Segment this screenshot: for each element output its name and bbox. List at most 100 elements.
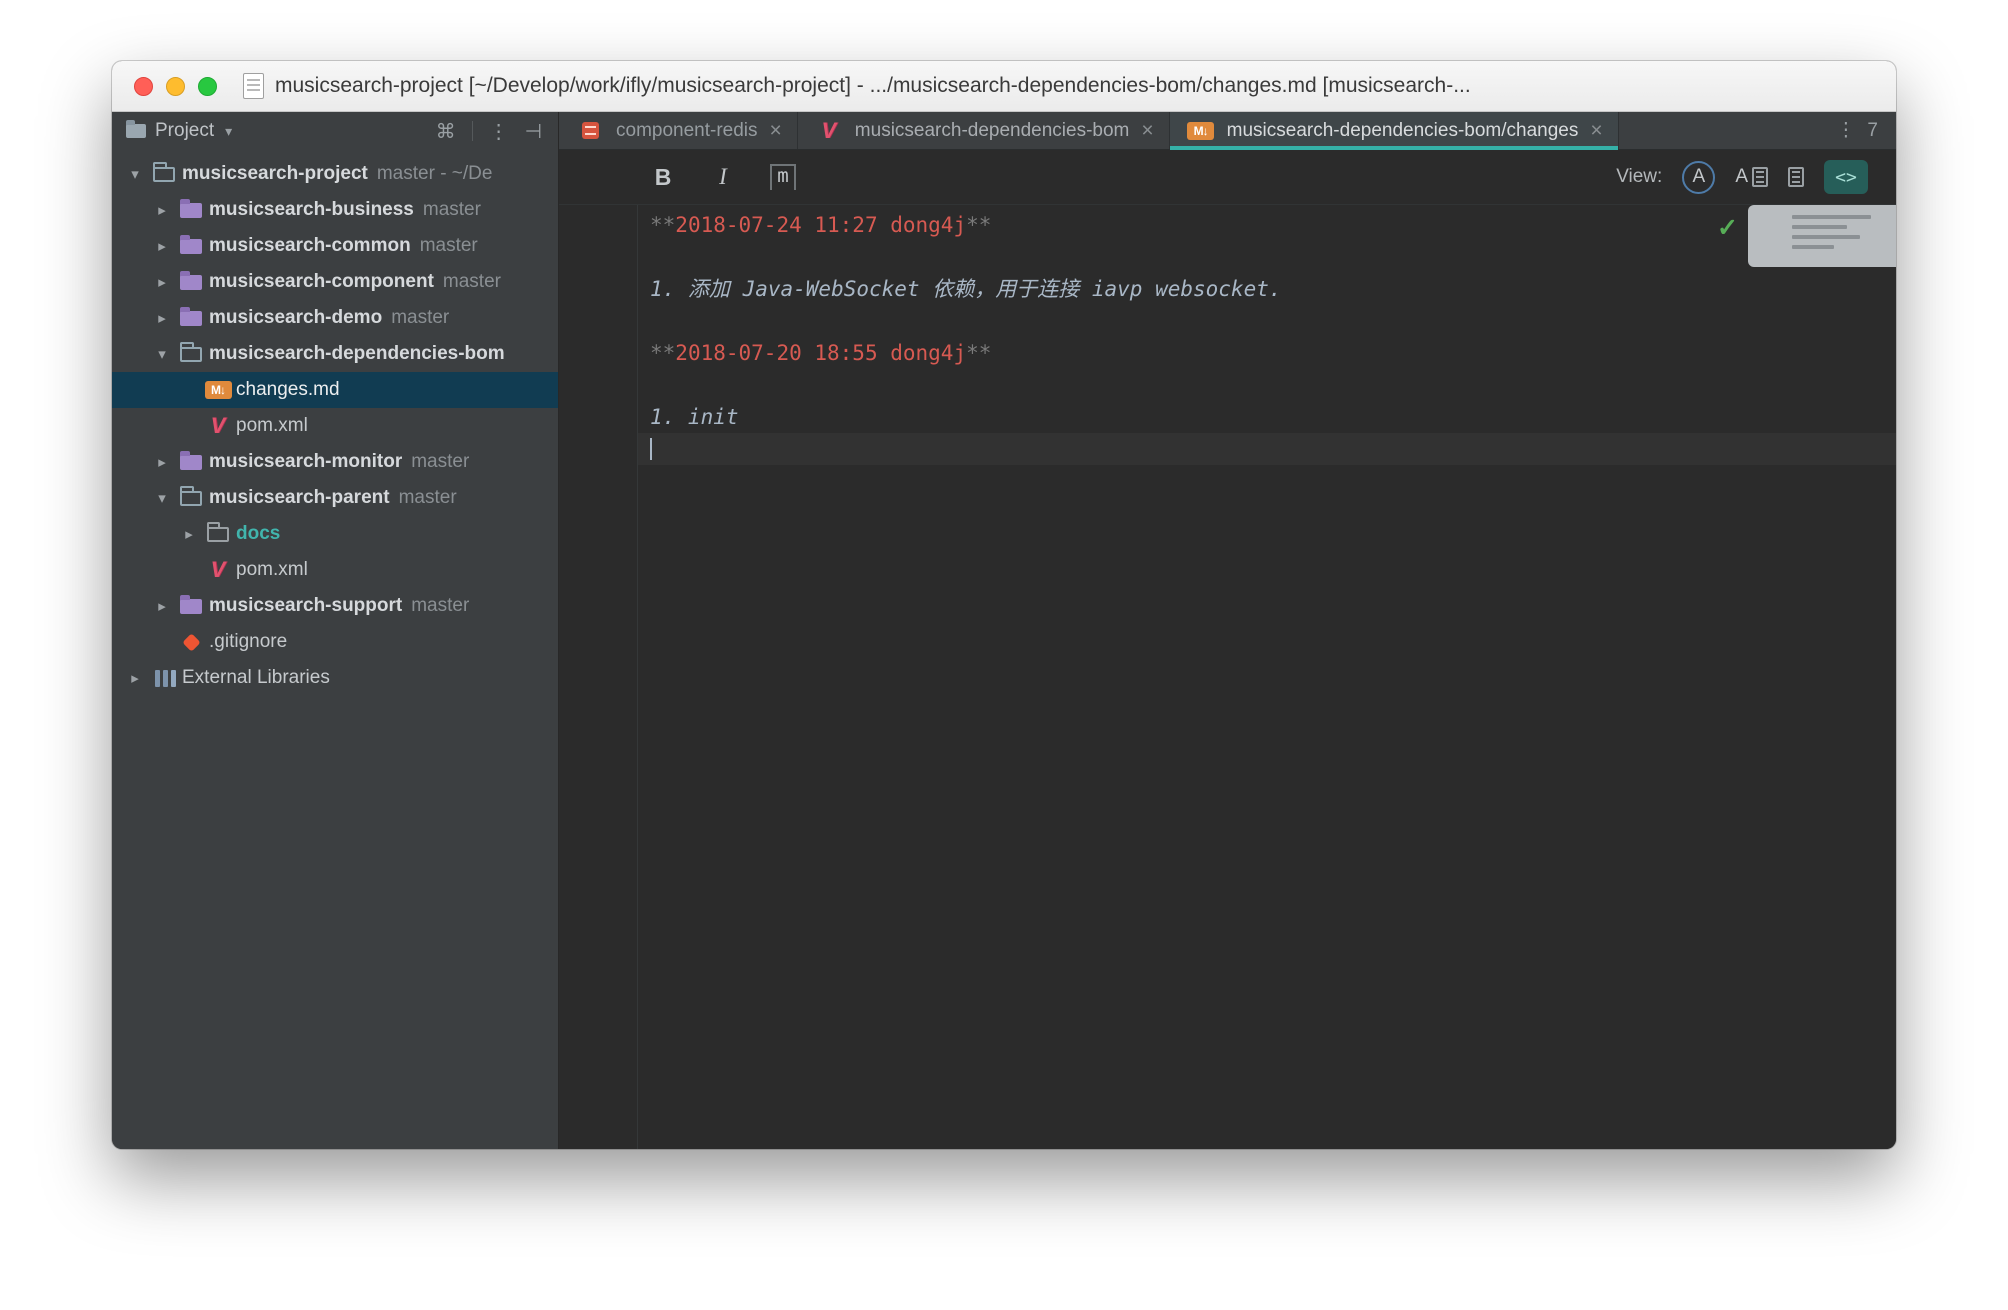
tree-item-label: musicsearch-dependencies-bom — [209, 343, 505, 365]
divider — [472, 121, 473, 141]
tree-item-label: docs — [236, 523, 280, 545]
close-window-button[interactable] — [134, 77, 153, 96]
close-icon[interactable]: × — [1141, 119, 1153, 143]
editor-tab-musicsearch-dependencies-bom[interactable]: Vmusicsearch-dependencies-bom× — [798, 112, 1170, 149]
markdown-toolbar: B I m View: A A <> — [559, 150, 1896, 205]
tab-list: component-redis×Vmusicsearch-dependencie… — [559, 112, 1896, 150]
folder-purple-icon — [175, 275, 207, 290]
tree-item-label: External Libraries — [182, 667, 330, 689]
tab-label: musicsearch-dependencies-bom/changes — [1227, 120, 1579, 142]
project-panel-header: Project ▾ ⌘ ⋮ ⊣ — [112, 112, 558, 150]
tree-item-musicsearch-parent[interactable]: ▾musicsearch-parentmaster — [112, 480, 558, 516]
chevron-right-icon[interactable]: ▸ — [149, 273, 175, 291]
close-icon[interactable]: × — [1590, 119, 1602, 143]
tree-item-label: pom.xml — [236, 559, 308, 581]
tree-item-musicsearch-project[interactable]: ▾ musicsearch-project master - ~/De — [112, 156, 558, 192]
view-mode-group: View: A A <> — [1616, 160, 1868, 194]
project-tree[interactable]: ▾musicsearch-projectmaster - ~/De▸musics… — [112, 150, 558, 1149]
view-preview-only-button[interactable] — [1788, 167, 1804, 187]
editor-tab-component-redis[interactable]: component-redis× — [559, 112, 798, 149]
markdown-icon: M↓ — [1185, 122, 1217, 140]
more-vertical-icon[interactable]: ⋮ — [1836, 119, 1855, 142]
editor-line-7: 1. init — [638, 401, 1896, 433]
tree-item-label: musicsearch-component — [209, 271, 434, 293]
chevron-down-icon[interactable]: ▾ — [149, 489, 175, 507]
italic-button[interactable]: I — [705, 159, 741, 195]
code-button[interactable]: m — [765, 159, 801, 195]
panel-options-icon[interactable]: ⋮ — [489, 119, 509, 144]
text-segment: 1. 添加 Java-WebSocket 依赖，用于连接 iavp websoc… — [650, 277, 1282, 301]
text-segment: ** — [650, 213, 675, 237]
text-segment: ** — [650, 341, 675, 365]
tree-item-label: .gitignore — [209, 631, 287, 653]
minimize-window-button[interactable] — [166, 77, 185, 96]
view-editor-only-button[interactable]: A — [1682, 161, 1715, 194]
tab-label: musicsearch-dependencies-bom — [855, 120, 1130, 142]
bold-button[interactable]: B — [645, 159, 681, 195]
folder-outline-icon — [175, 347, 207, 362]
folder-outline-icon — [148, 167, 180, 182]
branch-label: master - ~/De — [377, 163, 493, 185]
scrollbar-preview[interactable] — [1748, 205, 1896, 267]
tree-item-musicsearch-support[interactable]: ▸musicsearch-supportmaster — [112, 588, 558, 624]
tree-item-label: musicsearch-business — [209, 199, 414, 221]
editor-line-5: **2018-07-20 18:55 dong4j** — [638, 337, 1896, 369]
tree-item-musicsearch-demo[interactable]: ▸ musicsearch-demo master — [112, 300, 558, 336]
tree-item-.gitignore[interactable]: .gitignore — [112, 624, 558, 660]
chevron-down-icon[interactable]: ▾ — [225, 123, 232, 140]
text-segment: 2018-07-20 18:55 dong4j — [675, 341, 966, 365]
tree-item-pom.xml[interactable]: Vpom.xml — [112, 552, 558, 588]
editor-line-3: 1. 添加 Java-WebSocket 依赖，用于连接 iavp websoc… — [638, 273, 1896, 305]
close-icon[interactable]: × — [770, 119, 782, 143]
editor-line-6 — [638, 369, 1896, 401]
branch-label: master — [423, 199, 481, 221]
tree-item-musicsearch-monitor[interactable]: ▸musicsearch-monitormaster — [112, 444, 558, 480]
chevron-right-icon[interactable]: ▸ — [149, 597, 175, 615]
chevron-right-icon[interactable]: ▸ — [149, 309, 175, 327]
chevron-right-icon[interactable]: ▸ — [149, 201, 175, 219]
branch-label: master — [420, 235, 478, 257]
zoom-window-button[interactable] — [198, 77, 217, 96]
tree-item-changes.md[interactable]: M↓changes.md — [112, 372, 558, 408]
chevron-right-icon[interactable]: ▸ — [149, 453, 175, 471]
tree-item-musicsearch-component[interactable]: ▸musicsearch-componentmaster — [112, 264, 558, 300]
tree-item-musicsearch-dependencies-bom[interactable]: ▾ musicsearch-dependencies-bom — [112, 336, 558, 372]
folder-purple-icon — [175, 239, 207, 254]
tree-item-label: musicsearch-parent — [209, 487, 390, 509]
editor-body[interactable]: **2018-07-24 11:27 dong4j**1. 添加 Java-We… — [559, 205, 1896, 1149]
project-folder-icon — [126, 124, 146, 138]
editor-tab-musicsearch-dependencies-bom-changes[interactable]: M↓ musicsearch-dependencies-bom/changes × — [1170, 112, 1619, 149]
editor-content[interactable]: **2018-07-24 11:27 dong4j**1. 添加 Java-We… — [637, 205, 1896, 1149]
branch-label: master — [391, 307, 449, 329]
project-tool-window: Project ▾ ⌘ ⋮ ⊣ ▾ musicsearch-project mast… — [112, 112, 559, 1149]
text-segment: 1. init — [650, 405, 739, 429]
tree-item-external-libraries[interactable]: ▸ External Libraries — [112, 660, 558, 696]
tree-item-musicsearch-common[interactable]: ▸musicsearch-commonmaster — [112, 228, 558, 264]
tree-item-label: musicsearch-project — [182, 163, 368, 185]
tree-item-musicsearch-business[interactable]: ▸ musicsearch-business master — [112, 192, 558, 228]
view-label: View: — [1616, 166, 1662, 188]
hide-panel-icon[interactable]: ⊣ — [525, 119, 542, 144]
redis-file-icon — [574, 122, 606, 139]
chevron-down-icon[interactable]: ▾ — [122, 165, 148, 183]
chevron-right-icon[interactable]: ▸ — [149, 237, 175, 255]
tree-item-docs[interactable]: ▸ docs — [112, 516, 558, 552]
tree-item-label: pom.xml — [236, 415, 308, 437]
view-editor-and-preview-button[interactable]: A — [1735, 166, 1768, 188]
window-title: musicsearch-project [~/Develop/work/ifly… — [275, 74, 1874, 98]
maven-icon: V — [202, 415, 234, 437]
editor-toolbar-toggle-button[interactable]: <> — [1824, 160, 1868, 194]
tree-item-label: musicsearch-demo — [209, 307, 382, 329]
text-segment: ** — [966, 213, 991, 237]
git-icon — [175, 636, 207, 649]
tree-item-pom.xml[interactable]: Vpom.xml — [112, 408, 558, 444]
chevron-down-icon[interactable]: ▾ — [149, 345, 175, 363]
locate-file-icon[interactable]: ⌘ — [436, 119, 456, 144]
text-segment: ** — [966, 341, 991, 365]
inspections-ok-icon[interactable]: ✓ — [1717, 213, 1738, 243]
chevron-right-icon[interactable]: ▸ — [122, 669, 148, 687]
hidden-tabs-control[interactable]: ⋮7 — [1836, 112, 1896, 149]
preview-pane-icon — [1752, 167, 1768, 187]
chevron-right-icon[interactable]: ▸ — [176, 525, 202, 543]
project-panel-title[interactable]: Project — [155, 120, 214, 142]
